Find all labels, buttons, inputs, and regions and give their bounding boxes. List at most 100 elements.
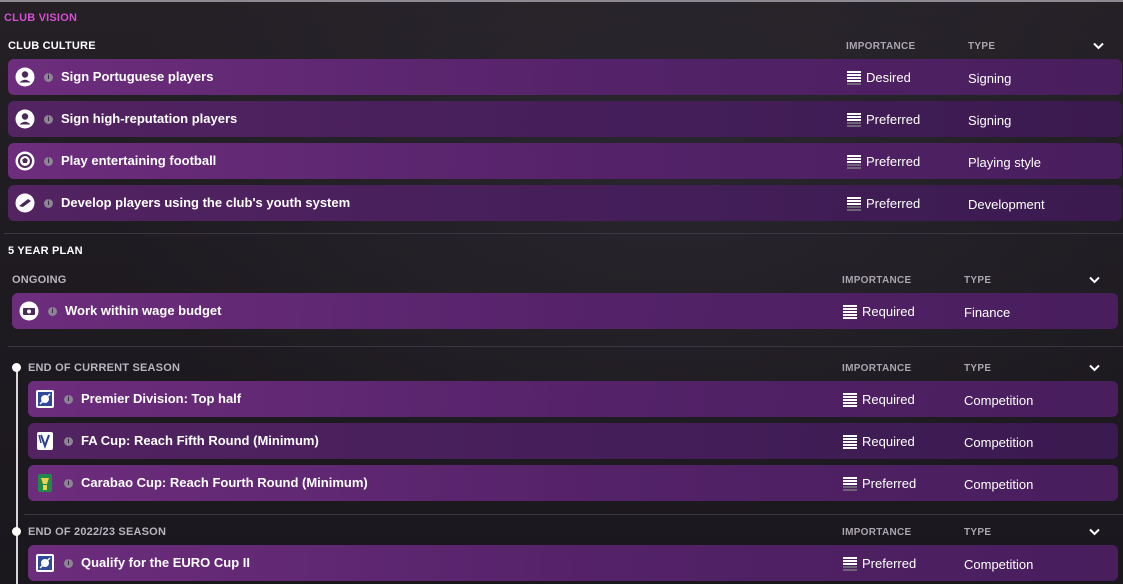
football-icon [15,151,35,171]
money-icon [19,301,39,321]
type-text: Finance [964,305,1011,320]
group-divider [8,346,1123,347]
ongoing-type-header[interactable]: TYPE [964,275,991,286]
objective-label: Premier Division: Top half [81,391,242,406]
objective-label: FA Cup: Reach Fifth Round (Minimum) [81,433,319,448]
importance-bars-icon [847,154,861,169]
importance-indicator: Desired [847,70,911,85]
league-logo-icon [35,389,55,409]
importance-bars-icon [843,434,857,449]
season-2022-23-collapse-button[interactable] [1085,525,1103,539]
club-culture-title: CLUB CULTURE [8,40,96,52]
objective-label: Sign Portuguese players [61,69,214,84]
current-season-row-carabao-cup[interactable]: i Carabao Cup: Reach Fourth Round (Minim… [28,465,1118,501]
euro-cup-logo-icon [35,553,55,573]
importance-text: Desired [866,70,911,85]
current-season-type-header[interactable]: TYPE [964,363,991,374]
importance-bars-icon [847,112,861,127]
objective-label: Qualify for the EURO Cup II [81,555,251,570]
ongoing-collapse-button[interactable] [1085,273,1103,287]
importance-indicator: Required [843,304,915,319]
boot-icon [15,193,35,213]
five-year-plan-title: 5 YEAR PLAN [8,245,83,257]
type-text: Signing [968,113,1012,128]
importance-indicator: Preferred [847,154,920,169]
importance-indicator: Required [843,392,915,407]
chevron-down-icon [1088,276,1100,284]
type-text: Competition [964,393,1034,408]
importance-text: Preferred [862,556,917,571]
club-culture-row-high-reputation[interactable]: i Sign high-reputation players Preferred… [8,101,1122,137]
importance-bars-icon [843,476,857,491]
objective-label: Work within wage budget [65,303,222,318]
person-icon [15,67,35,87]
importance-indicator: Preferred [843,476,916,491]
timeline-dot [12,527,21,536]
info-icon[interactable]: i [44,73,53,82]
importance-text: Preferred [862,476,917,491]
importance-text: Required [862,392,915,407]
info-icon[interactable]: i [64,479,73,488]
season-2022-23-importance-header[interactable]: IMPORTANCE [842,527,911,538]
type-text: Competition [964,557,1034,572]
section-divider [4,233,1123,234]
info-icon[interactable]: i [64,395,73,404]
ongoing-importance-header[interactable]: IMPORTANCE [842,275,911,286]
ongoing-row-wage-budget[interactable]: i Work within wage budget Required Finan… [12,293,1118,329]
objective-label: Develop players using the club's youth s… [61,195,351,210]
current-season-title: END OF CURRENT SEASON [28,362,181,374]
importance-text: Preferred [866,154,921,169]
timeline-line [16,367,18,584]
current-season-collapse-button[interactable] [1085,361,1103,375]
importance-indicator: Preferred [843,556,916,571]
importance-bars-icon [843,304,857,319]
club-culture-row-portuguese[interactable]: i Sign Portuguese players Desired Signin… [8,59,1122,95]
club-culture-importance-header[interactable]: IMPORTANCE [846,41,915,52]
objective-label: Sign high-reputation players [61,111,238,126]
objective-label: Carabao Cup: Reach Fourth Round (Minimum… [81,475,368,490]
chevron-down-icon [1088,528,1100,536]
type-text: Competition [964,477,1034,492]
club-culture-row-youth-system[interactable]: i Develop players using the club's youth… [8,185,1122,221]
club-culture-collapse-button[interactable] [1089,39,1107,53]
importance-text: Preferred [866,112,921,127]
type-text: Signing [968,71,1012,86]
club-culture-row-entertaining-football[interactable]: i Play entertaining football Preferred P… [8,143,1122,179]
info-icon[interactable]: i [44,157,53,166]
fa-cup-logo-icon [35,431,55,451]
club-culture-type-header[interactable]: TYPE [968,41,995,52]
current-season-row-fa-cup[interactable]: i FA Cup: Reach Fifth Round (Minimum) Re… [28,423,1118,459]
current-season-row-premier-division[interactable]: i Premier Division: Top half Required Co… [28,381,1118,417]
info-icon[interactable]: i [48,307,57,316]
current-season-importance-header[interactable]: IMPORTANCE [842,363,911,374]
season-2022-23-type-header[interactable]: TYPE [964,527,991,538]
group-divider [24,514,1123,515]
carabao-cup-logo-icon [35,473,55,493]
chevron-down-icon [1092,42,1104,50]
importance-text: Required [862,434,915,449]
type-text: Development [968,197,1045,212]
type-text: Competition [964,435,1034,450]
season-2022-23-row-euro-cup[interactable]: i Qualify for the EURO Cup II Preferred … [28,545,1118,581]
importance-indicator: Required [843,434,915,449]
timeline-dot [12,363,21,372]
person-icon [15,109,35,129]
importance-text: Required [862,304,915,319]
importance-indicator: Preferred [847,196,920,211]
info-icon[interactable]: i [44,199,53,208]
importance-bars-icon [847,70,861,85]
importance-bars-icon [843,556,857,571]
ongoing-title: ONGOING [12,274,67,286]
importance-bars-icon [847,196,861,211]
page-title: CLUB VISION [4,12,78,24]
info-icon[interactable]: i [64,437,73,446]
importance-bars-icon [843,392,857,407]
chevron-down-icon [1088,364,1100,372]
info-icon[interactable]: i [44,115,53,124]
info-icon[interactable]: i [64,559,73,568]
importance-indicator: Preferred [847,112,920,127]
objective-label: Play entertaining football [61,153,217,168]
importance-text: Preferred [866,196,921,211]
type-text: Playing style [968,155,1041,170]
season-2022-23-title: END OF 2022/23 SEASON [28,526,167,538]
